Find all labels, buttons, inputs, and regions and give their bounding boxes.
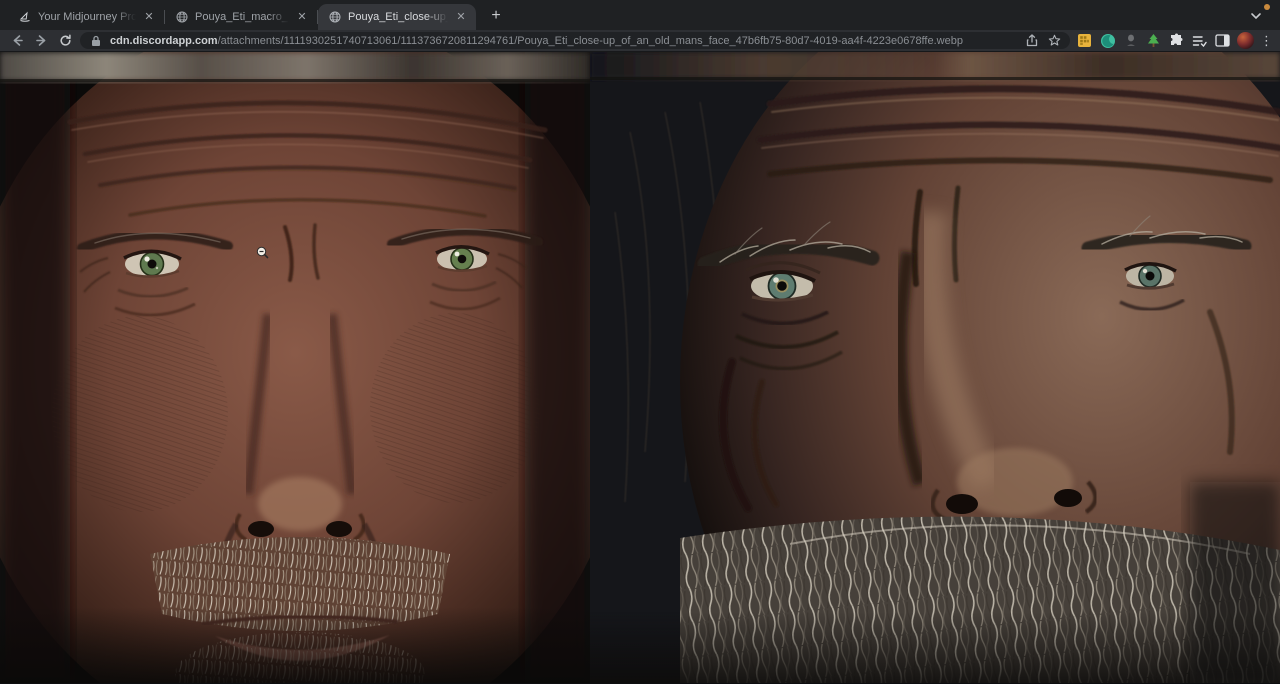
url-domain: cdn.discordapp.com: [110, 35, 218, 47]
tab-title: Pouya_Eti_macro_photo_of_a: [195, 11, 289, 23]
url-path: /attachments/1111930251740713061/1113736…: [218, 35, 963, 47]
teal-moon-extension-icon[interactable]: [1099, 32, 1116, 49]
reading-list-icon[interactable]: [1191, 32, 1208, 49]
new-tab-button[interactable]: +: [484, 4, 508, 28]
tab-strip: Your Midjourney Profile ✕ Pouya_Eti_macr…: [0, 0, 1280, 30]
close-icon[interactable]: ✕: [295, 10, 309, 24]
right-face-photo[interactable]: [590, 52, 1280, 683]
close-icon[interactable]: ✕: [454, 10, 468, 24]
reload-icon[interactable]: [56, 32, 74, 50]
three-dot-menu-icon[interactable]: ⋮: [1260, 34, 1272, 47]
close-icon[interactable]: ✕: [142, 10, 156, 24]
tab-title: Your Midjourney Profile: [38, 11, 136, 23]
update-badge: [1264, 4, 1270, 10]
browser-toolbar: cdn.discordapp.com/attachments/111193025…: [0, 30, 1280, 52]
globe-icon: [175, 10, 189, 24]
gray-extension-icon[interactable]: [1122, 32, 1139, 49]
tab-closeup-image[interactable]: Pouya_Eti_close-up_of_an_ol ✕: [318, 4, 476, 30]
left-face-photo[interactable]: [0, 52, 590, 683]
url-address-bar[interactable]: cdn.discordapp.com/attachments/111193025…: [80, 32, 1070, 49]
lock-icon[interactable]: [88, 33, 104, 49]
tab-midjourney-profile[interactable]: Your Midjourney Profile ✕: [8, 4, 164, 30]
image-viewer[interactable]: [0, 52, 1280, 683]
green-tree-extension-icon[interactable]: [1145, 32, 1162, 49]
extensions-puzzle-icon[interactable]: [1168, 32, 1185, 49]
profile-avatar[interactable]: [1237, 32, 1254, 49]
star-icon[interactable]: [1046, 33, 1062, 49]
back-arrow-icon[interactable]: [8, 32, 26, 50]
side-panel-icon[interactable]: [1214, 32, 1231, 49]
forward-arrow-icon[interactable]: [32, 32, 50, 50]
tab-macro-photo[interactable]: Pouya_Eti_macro_photo_of_a ✕: [165, 4, 317, 30]
midjourney-sailboat-icon: [18, 10, 32, 24]
share-icon[interactable]: [1024, 33, 1040, 49]
tab-title: Pouya_Eti_close-up_of_an_ol: [348, 11, 448, 23]
yellow-grid-extension-icon[interactable]: [1076, 32, 1093, 49]
chevron-down-icon[interactable]: [1246, 6, 1266, 26]
globe-icon: [328, 10, 342, 24]
url-text: cdn.discordapp.com/attachments/111193025…: [110, 35, 1018, 47]
